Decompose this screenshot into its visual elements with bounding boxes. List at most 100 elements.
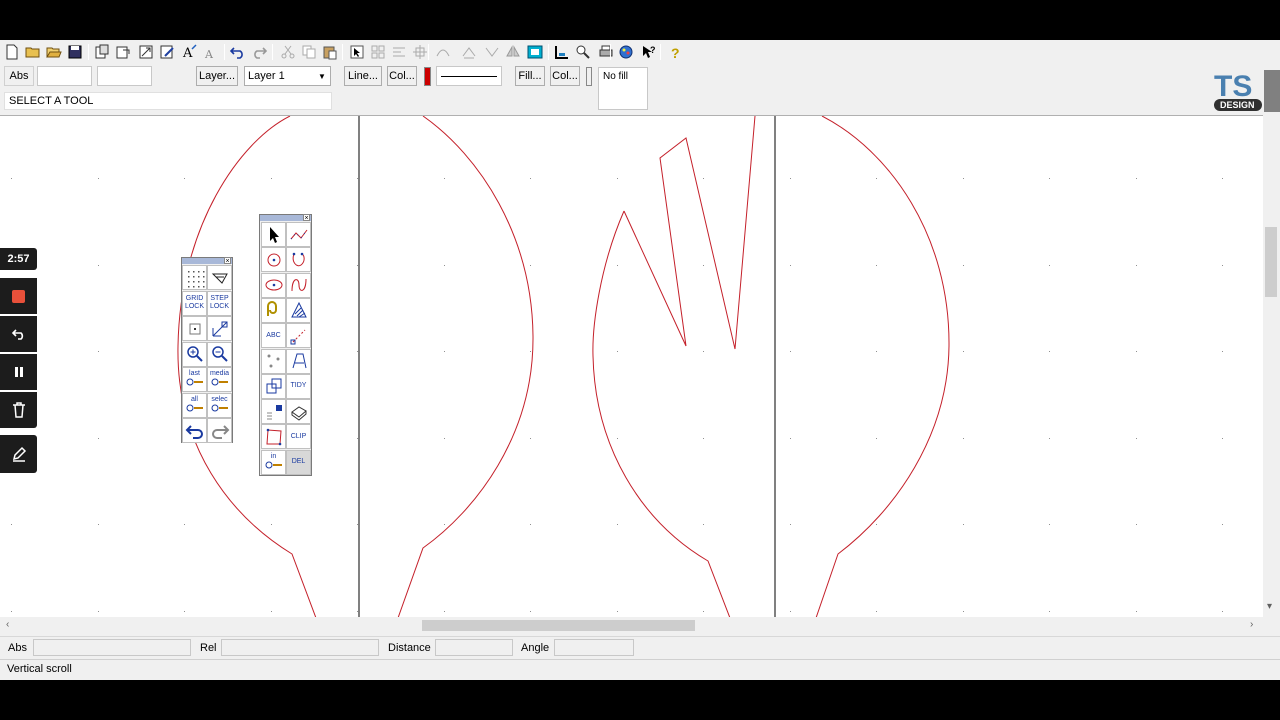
grid-dot <box>876 524 877 525</box>
color-fill-icon[interactable] <box>261 399 286 425</box>
y-coordinate-field[interactable] <box>97 66 152 86</box>
zoom-last-button[interactable]: last <box>182 367 207 392</box>
horizontal-scroll-thumb[interactable] <box>422 620 695 631</box>
zoom-all-button[interactable]: all <box>182 392 207 418</box>
cut-icon[interactable] <box>279 43 297 61</box>
delete-button[interactable]: DEL <box>286 449 311 475</box>
copy-icon[interactable] <box>300 43 318 61</box>
redo-icon[interactable] <box>250 43 268 61</box>
zoom-in-icon[interactable] <box>182 341 207 367</box>
align-icon[interactable] <box>390 43 408 61</box>
recorder-undo-button[interactable] <box>0 316 37 352</box>
new-icon[interactable] <box>3 43 21 61</box>
copy-shape-icon[interactable] <box>261 373 286 399</box>
undo-icon <box>11 329 23 340</box>
text-icon[interactable]: A <box>180 43 198 61</box>
fill-button[interactable]: Fill... <box>515 66 545 86</box>
paste-icon[interactable] <box>321 43 339 61</box>
clip-button[interactable]: CLIP <box>286 424 311 450</box>
step-lock-button[interactable]: STEP LOCK <box>207 290 232 316</box>
point-icon[interactable] <box>182 316 207 341</box>
open-icon[interactable] <box>24 43 42 61</box>
move-icon[interactable] <box>411 43 429 61</box>
zoom-out-icon[interactable] <box>207 341 232 367</box>
line-style-button[interactable]: Line... <box>344 66 382 86</box>
recorder-pen-button[interactable] <box>0 435 37 473</box>
palette-titlebar[interactable]: × <box>182 257 232 265</box>
layer-select[interactable]: Layer 1 ▼ <box>244 66 331 86</box>
fill-color-button[interactable]: Col... <box>550 66 580 86</box>
pointer-icon[interactable] <box>261 222 286 247</box>
flip-icon[interactable] <box>504 43 522 61</box>
curve-icon[interactable] <box>286 272 311 298</box>
text-tool-button[interactable]: ABC <box>261 323 286 349</box>
save-icon[interactable] <box>66 43 84 61</box>
grid-icon[interactable] <box>182 265 207 290</box>
print-icon[interactable] <box>597 43 615 61</box>
zoom-icon[interactable] <box>574 43 592 61</box>
recorder-pause-button[interactable] <box>0 354 37 390</box>
import-icon[interactable] <box>93 43 111 61</box>
grid-dot <box>1222 351 1223 352</box>
undo-icon[interactable] <box>182 418 207 443</box>
view-icon[interactable] <box>207 265 232 290</box>
layer-up-icon[interactable] <box>460 43 478 61</box>
record-stop-button[interactable] <box>0 278 37 314</box>
drawing-canvas[interactable]: × GRID LOCK STEP LOCK last media all selec × AB… <box>0 115 1263 617</box>
extrude-icon[interactable] <box>286 399 311 425</box>
bezier-icon[interactable] <box>261 424 286 450</box>
hatch-icon[interactable] <box>286 297 311 323</box>
vertical-scroll-thumb[interactable] <box>1265 227 1277 297</box>
scroll-down-icon[interactable]: ▾ <box>1267 601 1272 612</box>
scale-icon[interactable] <box>207 316 232 341</box>
zoom-in-button[interactable]: in <box>261 449 286 475</box>
fill-color-swatch[interactable] <box>586 67 592 86</box>
help-pointer-icon[interactable]: ? <box>640 43 658 61</box>
palette-icon[interactable] <box>617 43 635 61</box>
redo-icon[interactable] <box>207 418 232 443</box>
edit-icon[interactable] <box>158 43 176 61</box>
select-icon[interactable] <box>348 43 366 61</box>
undo-icon[interactable] <box>229 43 247 61</box>
circle-icon[interactable] <box>261 247 286 273</box>
chevron-down-icon[interactable]: ▼ <box>314 67 330 85</box>
zoom-lens-icon <box>185 404 205 415</box>
line-style-preview[interactable] <box>436 66 502 86</box>
open-folder-icon[interactable] <box>45 43 63 61</box>
vertical-scrollbar[interactable]: ▾ <box>1263 115 1280 617</box>
grid-dot <box>703 178 704 179</box>
text-small-icon[interactable]: A <box>201 43 219 61</box>
tidy-button[interactable]: TIDY <box>286 373 311 399</box>
scroll-left-icon[interactable]: ‹ <box>6 619 9 630</box>
help-icon[interactable]: ? <box>666 43 684 61</box>
zoom-select-button[interactable]: selec <box>207 392 232 418</box>
recorder-delete-button[interactable] <box>0 392 37 428</box>
offset-icon[interactable] <box>261 297 286 323</box>
measure-icon[interactable] <box>286 323 311 349</box>
grid-dot <box>963 611 964 612</box>
line-color-swatch[interactable] <box>424 67 431 86</box>
line-color-button[interactable]: Col... <box>387 66 417 86</box>
measure-icon[interactable] <box>553 43 571 61</box>
x-coordinate-field[interactable] <box>37 66 92 86</box>
polyline-icon[interactable] <box>286 222 311 247</box>
nodes-icon[interactable] <box>261 348 286 374</box>
layer-down-icon[interactable] <box>483 43 501 61</box>
close-icon[interactable]: × <box>224 257 231 265</box>
grid-dot <box>876 438 877 439</box>
resize-icon[interactable] <box>137 43 155 61</box>
ellipse-icon[interactable] <box>261 272 286 298</box>
horizontal-scrollbar[interactable]: ‹ › <box>0 617 1263 634</box>
layer-button[interactable]: Layer... <box>196 66 238 86</box>
close-icon[interactable]: × <box>303 214 310 222</box>
path-icon[interactable] <box>286 348 311 374</box>
export-icon[interactable] <box>114 43 132 61</box>
scroll-right-icon[interactable]: › <box>1250 619 1253 630</box>
array-icon[interactable] <box>369 43 387 61</box>
arc-icon[interactable] <box>434 43 452 61</box>
arc-icon[interactable] <box>286 247 311 273</box>
frame-icon[interactable] <box>526 43 544 61</box>
grid-lock-button[interactable]: GRID LOCK <box>182 290 207 316</box>
zoom-media-button[interactable]: media <box>207 367 232 392</box>
palette-titlebar[interactable]: × <box>260 214 311 222</box>
